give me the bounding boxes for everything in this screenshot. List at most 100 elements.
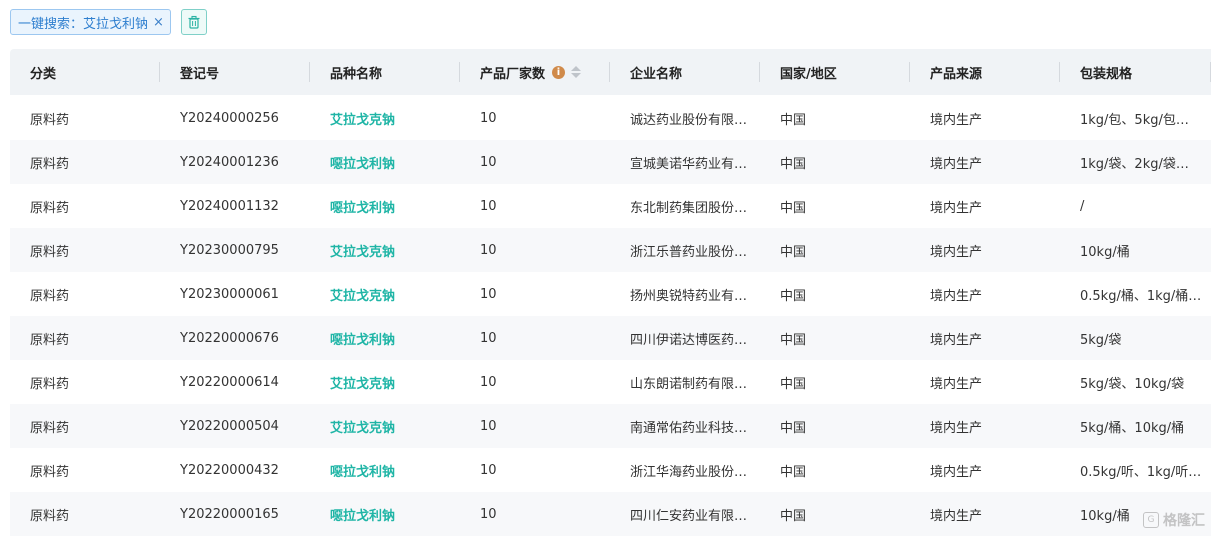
cell-manufacturer-count: 10 — [480, 198, 497, 214]
watermark-text: 格隆汇 — [1163, 513, 1205, 529]
cell-registration-no: Y20240001236 — [180, 154, 279, 170]
search-tag[interactable]: 一键搜索： 艾拉戈利钠 × — [10, 9, 171, 35]
cell-registration-no: Y20220000504 — [180, 418, 279, 434]
cell-registration-no: Y20230000795 — [180, 242, 279, 258]
cell-category: 原料药 — [30, 288, 70, 304]
cell-variety-name[interactable]: 艾拉戈克钠 — [310, 285, 460, 304]
cell-manufacturer-count: 10 — [480, 374, 497, 390]
cell-package-spec: 10kg/桶 — [1080, 244, 1130, 260]
cell-package-spec: 1kg/包、5kg/包… — [1080, 112, 1189, 128]
trash-icon — [188, 15, 200, 29]
cell-category: 原料药 — [30, 376, 70, 392]
table-row: 原料药 Y20240001236 噁拉戈利钠 10 宣城美诺华药业有… 中国 境内生产 1kg… — [10, 140, 1211, 184]
cell-manufacturer-count: 10 — [480, 462, 497, 478]
cell-registration-no: Y20240000256 — [180, 110, 279, 126]
cell-product-source: 境内生产 — [930, 464, 983, 480]
cell-country: 中国 — [780, 508, 807, 524]
cell-product-source: 境内生产 — [930, 508, 983, 524]
cell-company-name: 四川仁安药业有限… — [630, 508, 748, 524]
cell-category: 原料药 — [30, 112, 70, 128]
column-header: 分类 — [10, 49, 160, 95]
cell-country: 中国 — [780, 156, 807, 172]
table-row: 原料药 Y20220000504 艾拉戈克钠 10 南通常佑药业科技… 中国 境内生产 5kg… — [10, 404, 1211, 448]
table-row: 原料药 Y20240000256 艾拉戈克钠 10 诚达药业股份有限… 中国 境内生产 1kg… — [10, 96, 1211, 140]
table-row: 原料药 Y20220000676 噁拉戈利钠 10 四川伊诺达博医药… 中国 境内生产 5kg… — [10, 316, 1211, 360]
table-header: 分类 登记号 品种名称 产品厂家数 i 企业名称 国家/地区 产品来源 包装规格 — [10, 49, 1211, 95]
cell-product-source: 境内生产 — [930, 112, 983, 128]
table-row: 原料药 Y20240001132 噁拉戈利钠 10 东北制药集团股份… 中国 境内生产 / — [10, 184, 1211, 228]
table-row: 原料药 Y20220000165 噁拉戈利钠 10 四川仁安药业有限… 中国 境内生产 10k… — [10, 492, 1211, 536]
cell-company-name: 诚达药业股份有限… — [630, 112, 748, 128]
cell-variety-name[interactable]: 艾拉戈克钠 — [310, 373, 460, 392]
cell-registration-no: Y20220000432 — [180, 462, 279, 478]
cell-category: 原料药 — [30, 200, 70, 216]
cell-variety-name[interactable]: 噁拉戈利钠 — [310, 197, 460, 216]
table-row: 原料药 Y20230000061 艾拉戈克钠 10 扬州奥锐特药业有… 中国 境内生产 0.5… — [10, 272, 1211, 316]
watermark-logo-icon: G — [1143, 512, 1159, 528]
cell-package-spec: 0.5kg/桶、1kg/桶… — [1080, 288, 1202, 304]
cell-product-source: 境内生产 — [930, 332, 983, 348]
toolbar: 一键搜索： 艾拉戈利钠 × — [10, 8, 207, 36]
table-row: 原料药 Y20220000432 噁拉戈利钠 10 浙江华海药业股份… 中国 境内生产 0.5… — [10, 448, 1211, 492]
cell-product-source: 境内生产 — [930, 244, 983, 260]
cell-manufacturer-count: 10 — [480, 418, 497, 434]
cell-variety-name[interactable]: 艾拉戈克钠 — [310, 417, 460, 436]
search-tag-value: 艾拉戈利钠 — [83, 16, 149, 32]
table-row: 原料药 Y20230000795 艾拉戈克钠 10 浙江乐普药业股份… 中国 境内生产 10k… — [10, 228, 1211, 272]
cell-variety-name[interactable]: 噁拉戈利钠 — [310, 153, 460, 172]
cell-variety-name[interactable]: 艾拉戈克钠 — [310, 109, 460, 128]
cell-manufacturer-count: 10 — [480, 242, 497, 258]
cell-product-source: 境内生产 — [930, 376, 983, 392]
column-header: 包装规格 — [1060, 49, 1211, 95]
info-icon[interactable]: i — [552, 65, 566, 79]
cell-country: 中国 — [780, 376, 807, 392]
column-header: 国家/地区 — [760, 49, 910, 95]
cell-manufacturer-count: 10 — [480, 506, 497, 522]
cell-registration-no: Y20240001132 — [180, 198, 279, 214]
cell-package-spec: 0.5kg/听、1kg/听… — [1080, 464, 1202, 480]
cell-country: 中国 — [780, 332, 807, 348]
cell-category: 原料药 — [30, 244, 70, 260]
sort-icon[interactable] — [571, 66, 582, 78]
cell-company-name: 宣城美诺华药业有… — [630, 156, 748, 172]
cell-product-source: 境内生产 — [930, 200, 983, 216]
table-body: 原料药 Y20240000256 艾拉戈克钠 10 诚达药业股份有限… 中国 境内生产 1kg… — [10, 96, 1211, 536]
cell-category: 原料药 — [30, 508, 70, 524]
cell-company-name: 浙江乐普药业股份… — [630, 244, 748, 260]
close-icon[interactable]: × — [153, 15, 164, 30]
cell-manufacturer-count: 10 — [480, 286, 497, 302]
cell-product-source: 境内生产 — [930, 288, 983, 304]
cell-variety-name[interactable]: 艾拉戈克钠 — [310, 241, 460, 260]
cell-category: 原料药 — [30, 156, 70, 172]
column-header: 品种名称 — [310, 49, 460, 95]
cell-registration-no: Y20230000061 — [180, 286, 279, 302]
cell-manufacturer-count: 10 — [480, 330, 497, 346]
cell-package-spec: 5kg/袋、10kg/袋 — [1080, 376, 1185, 392]
table-row: 原料药 Y20220000614 艾拉戈克钠 10 山东朗诺制药有限… 中国 境内生产 5kg… — [10, 360, 1211, 404]
cell-variety-name[interactable]: 噁拉戈利钠 — [310, 461, 460, 480]
cell-package-spec: 5kg/桶、10kg/桶 — [1080, 420, 1185, 436]
clear-search-button[interactable] — [180, 9, 207, 35]
cell-registration-no: Y20220000614 — [180, 374, 279, 390]
cell-manufacturer-count: 10 — [480, 154, 497, 170]
cell-package-spec: 5kg/袋 — [1080, 332, 1122, 348]
cell-company-name: 南通常佑药业科技… — [630, 420, 748, 436]
cell-registration-no: Y20220000165 — [180, 506, 279, 522]
cell-country: 中国 — [780, 112, 807, 128]
cell-category: 原料药 — [30, 332, 70, 348]
column-header: 企业名称 — [610, 49, 760, 95]
column-header: 登记号 — [160, 49, 310, 95]
cell-country: 中国 — [780, 244, 807, 260]
search-tag-label: 一键搜索： — [18, 16, 84, 32]
column-header-sortable[interactable]: 产品厂家数 i — [460, 49, 610, 95]
results-table: 分类 登记号 品种名称 产品厂家数 i 企业名称 国家/地区 产品来源 包装规格… — [10, 49, 1211, 536]
cell-company-name: 扬州奥锐特药业有… — [630, 288, 748, 304]
cell-company-name: 山东朗诺制药有限… — [630, 376, 748, 392]
cell-country: 中国 — [780, 464, 807, 480]
cell-country: 中国 — [780, 420, 807, 436]
cell-variety-name[interactable]: 噁拉戈利钠 — [310, 329, 460, 348]
cell-variety-name[interactable]: 噁拉戈利钠 — [310, 505, 460, 524]
cell-package-spec: / — [1080, 198, 1085, 214]
cell-company-name: 浙江华海药业股份… — [630, 464, 748, 480]
cell-product-source: 境内生产 — [930, 420, 983, 436]
